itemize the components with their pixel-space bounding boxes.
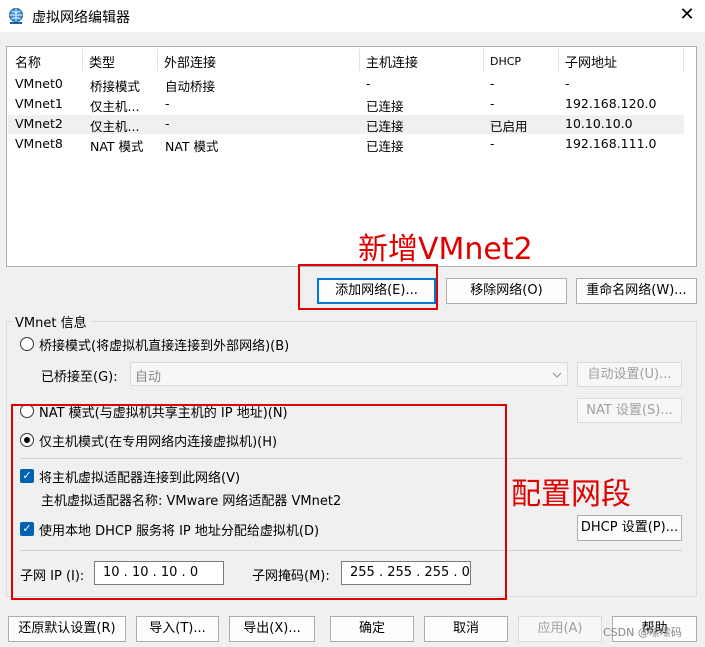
column-divider bbox=[683, 49, 684, 71]
annotation-add-vmnet2: 新增VMnet2 bbox=[358, 232, 533, 267]
cell-subnet: 10.10.10.0 bbox=[565, 116, 633, 131]
column-divider bbox=[558, 49, 559, 71]
bridged-to-label: 已桥接至(G): bbox=[41, 370, 118, 385]
column-header-name[interactable]: 名称 bbox=[15, 52, 41, 71]
cell-subnet: 192.168.111.0 bbox=[565, 136, 657, 151]
column-divider bbox=[157, 49, 158, 71]
cell-subnet: - bbox=[565, 76, 570, 91]
cell-type: 仅主机... bbox=[90, 99, 140, 114]
bridge-mode-radio[interactable] bbox=[20, 337, 34, 351]
table-row[interactable]: VMnet1 仅主机... - 已连接 - 192.168.120.0 bbox=[8, 95, 684, 114]
watermark: CSDN @嗦嗦码 bbox=[603, 626, 682, 639]
network-list[interactable]: 名称 类型 外部连接 主机连接 DHCP 子网地址 VMnet0 桥接模式 自动… bbox=[6, 46, 697, 267]
table-row[interactable]: VMnet0 桥接模式 自动桥接 - - - bbox=[8, 75, 684, 94]
cell-host: - bbox=[366, 76, 371, 91]
cell-external: - bbox=[165, 96, 170, 111]
cell-external: 自动桥接 bbox=[165, 79, 216, 94]
column-header-type[interactable]: 类型 bbox=[89, 52, 115, 71]
bridged-to-value: 自动 bbox=[135, 370, 162, 385]
ok-button[interactable]: 确定 bbox=[330, 616, 414, 642]
column-divider bbox=[483, 49, 484, 71]
table-row-selected[interactable]: VMnet2 仅主机... - 已连接 已启用 10.10.10.0 bbox=[8, 115, 684, 134]
remove-network-button[interactable]: 移除网络(O) bbox=[446, 278, 567, 304]
apply-button[interactable]: 应用(A) bbox=[518, 616, 602, 642]
column-header-dhcp[interactable]: DHCP bbox=[490, 55, 521, 68]
column-header-external[interactable]: 外部连接 bbox=[164, 52, 216, 71]
bridged-to-select[interactable]: 自动 bbox=[130, 362, 568, 386]
cancel-button[interactable]: 取消 bbox=[424, 616, 508, 642]
window-title: 虚拟网络编辑器 bbox=[32, 10, 130, 26]
cell-name: VMnet2 bbox=[15, 116, 63, 131]
cell-dhcp: - bbox=[490, 96, 495, 111]
cell-dhcp: - bbox=[490, 136, 495, 151]
cell-type: 仅主机... bbox=[90, 119, 140, 134]
table-row[interactable]: VMnet8 NAT 模式 NAT 模式 已连接 - 192.168.111.0 bbox=[8, 135, 684, 154]
cell-host: 已连接 bbox=[366, 139, 404, 154]
bridge-mode-label[interactable]: 桥接模式(将虚拟机直接连接到外部网络)(B) bbox=[39, 335, 289, 354]
export-button[interactable]: 导出(X)... bbox=[229, 616, 315, 642]
close-icon[interactable]: ✕ bbox=[677, 5, 697, 25]
cell-host: 已连接 bbox=[366, 99, 404, 114]
column-divider bbox=[359, 49, 360, 71]
import-button[interactable]: 导入(T)... bbox=[136, 616, 219, 642]
auto-settings-button[interactable]: 自动设置(U)... bbox=[577, 362, 682, 387]
vmnet-info-label: VMnet 信息 bbox=[12, 312, 90, 331]
add-network-button[interactable]: 添加网络(E)... bbox=[317, 278, 436, 304]
cell-name: VMnet1 bbox=[15, 96, 63, 111]
nat-settings-button[interactable]: NAT 设置(S)... bbox=[577, 398, 682, 423]
column-header-subnet[interactable]: 子网地址 bbox=[565, 52, 617, 71]
cell-external: - bbox=[165, 116, 170, 131]
cell-type: 桥接模式 bbox=[90, 79, 141, 94]
cell-external: NAT 模式 bbox=[165, 139, 219, 154]
chevron-down-icon bbox=[552, 372, 562, 378]
column-divider bbox=[82, 49, 83, 71]
cell-type: NAT 模式 bbox=[90, 139, 144, 154]
cell-dhcp: - bbox=[490, 76, 495, 91]
cell-host: 已连接 bbox=[366, 119, 404, 134]
cell-name: VMnet8 bbox=[15, 136, 63, 151]
restore-defaults-button[interactable]: 还原默认设置(R) bbox=[8, 616, 126, 642]
cell-subnet: 192.168.120.0 bbox=[565, 96, 657, 111]
cell-dhcp: 已启用 bbox=[490, 119, 528, 134]
cell-name: VMnet0 bbox=[15, 76, 63, 91]
column-header-host[interactable]: 主机连接 bbox=[366, 52, 418, 71]
network-app-icon bbox=[9, 8, 23, 24]
annotation-config-subnet: 配置网段 bbox=[511, 477, 631, 512]
annotation-box-config bbox=[11, 404, 507, 600]
dhcp-settings-button[interactable]: DHCP 设置(P)... bbox=[577, 515, 682, 541]
rename-network-button[interactable]: 重命名网络(W)... bbox=[576, 278, 697, 304]
